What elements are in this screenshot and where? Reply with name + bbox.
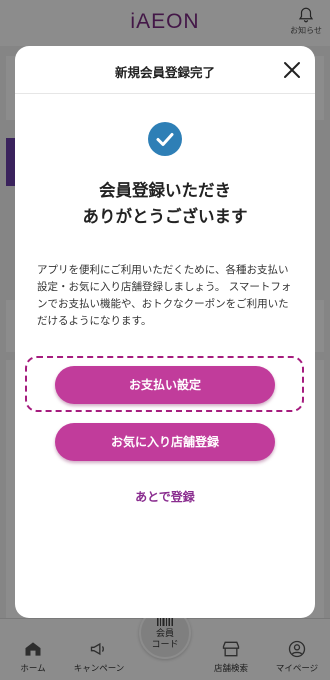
close-icon (284, 62, 300, 78)
modal-header: 新規会員登録完了 (15, 46, 315, 94)
modal-title: 新規会員登録完了 (114, 65, 215, 80)
payment-settings-button[interactable]: お支払い設定 (55, 366, 275, 404)
close-button[interactable] (279, 57, 305, 83)
thank-you-heading-line1: 会員登録いただき (99, 181, 231, 200)
register-later-link[interactable]: あとで登録 (15, 488, 315, 505)
modal-description: アプリを便利にご利用いただくために、各種お支払い設定・お気に入り店舗登録しましょ… (37, 264, 292, 327)
registration-complete-modal: 新規会員登録完了 会員登録いただき ありがとうございます アプリを便利にご利用い… (15, 46, 315, 618)
thank-you-heading: 会員登録いただき ありがとうございます (15, 178, 315, 230)
thank-you-heading-line2: ありがとうございます (82, 207, 248, 226)
check-circle-icon (148, 122, 182, 156)
favorite-store-button[interactable]: お気に入り店舗登録 (55, 423, 275, 461)
